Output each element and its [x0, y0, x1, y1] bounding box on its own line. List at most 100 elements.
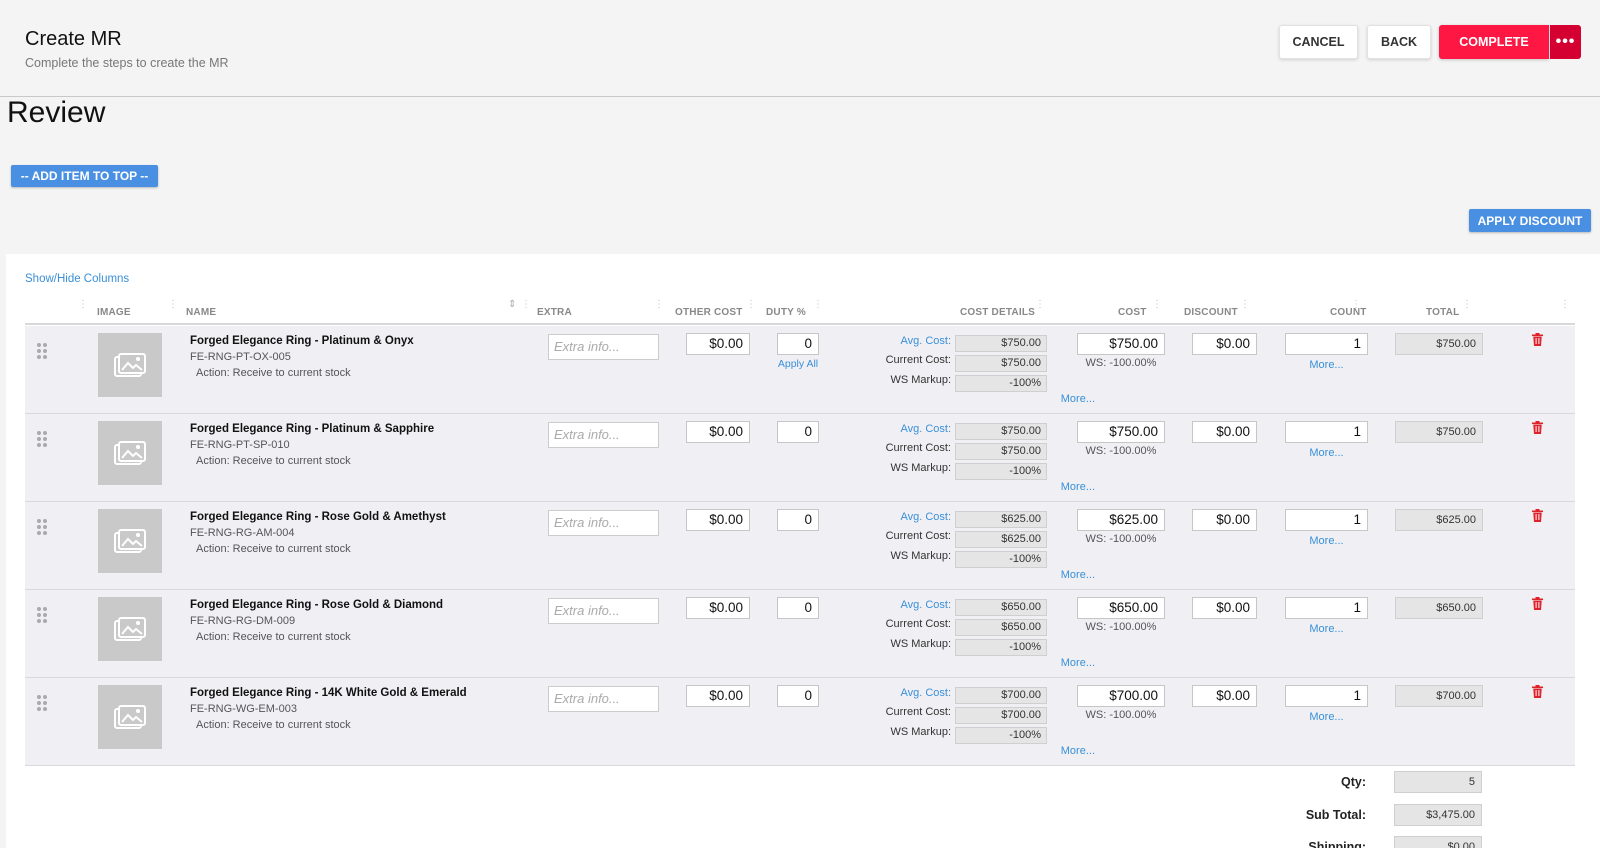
add-item-to-top-button[interactable]: -- ADD ITEM TO TOP --: [11, 165, 158, 187]
more-options-button[interactable]: •••: [1550, 25, 1581, 59]
ws-markup-value: -100%: [955, 727, 1047, 744]
duty-input[interactable]: 0: [777, 421, 819, 443]
row-total: $750.00: [1395, 333, 1483, 355]
cost-details-more-link[interactable]: More...: [1035, 657, 1095, 669]
avg-cost-link[interactable]: Avg. Cost:: [831, 511, 951, 523]
other-cost-input[interactable]: $0.00: [686, 597, 750, 619]
show-hide-columns-link[interactable]: Show/Hide Columns: [25, 273, 129, 285]
column-resize-handle[interactable]: ⋮: [1462, 300, 1472, 318]
drag-handle-icon[interactable]: [37, 519, 47, 535]
avg-cost-link[interactable]: Avg. Cost:: [831, 599, 951, 611]
cost-details-more-link[interactable]: More...: [1035, 481, 1095, 493]
count-input[interactable]: 1: [1285, 509, 1368, 531]
other-cost-input[interactable]: $0.00: [686, 509, 750, 531]
apply-all-link[interactable]: Apply All: [777, 358, 819, 370]
avg-cost-link[interactable]: Avg. Cost:: [831, 423, 951, 435]
column-resize-handle[interactable]: ⋮: [813, 300, 823, 318]
trash-icon[interactable]: [1532, 333, 1543, 346]
column-resize-handle[interactable]: ⋮: [521, 300, 531, 318]
count-input[interactable]: 1: [1285, 597, 1368, 619]
avg-cost-value: $750.00: [955, 335, 1047, 352]
count-more-link[interactable]: More...: [1285, 447, 1368, 459]
item-name: Forged Elegance Ring - Rose Gold & Ameth…: [190, 511, 446, 523]
count-more-link[interactable]: More...: [1285, 623, 1368, 635]
avg-cost-link[interactable]: Avg. Cost:: [831, 335, 951, 347]
discount-input[interactable]: $0.00: [1192, 597, 1257, 619]
other-cost-input[interactable]: $0.00: [686, 685, 750, 707]
duty-input[interactable]: 0: [777, 597, 819, 619]
cost-details-more-link[interactable]: More...: [1035, 745, 1095, 757]
column-resize-handle[interactable]: ⋮: [654, 300, 664, 318]
column-resize-handle[interactable]: ⋮: [746, 300, 756, 318]
drag-handle-icon[interactable]: [37, 431, 47, 447]
trash-icon[interactable]: [1532, 597, 1543, 610]
count-input[interactable]: 1: [1285, 685, 1368, 707]
duty-input[interactable]: 0: [777, 333, 819, 355]
ws-markup-value: -100%: [955, 375, 1047, 392]
ws-percentage: WS: -100.00%: [1085, 533, 1157, 545]
drag-handle-icon[interactable]: [37, 343, 47, 359]
item-name: Forged Elegance Ring - Rose Gold & Diamo…: [190, 599, 444, 611]
column-resize-handle[interactable]: ⋮: [168, 300, 178, 318]
extra-info-field[interactable]: Extra info...: [548, 422, 659, 448]
column-header-total: TOTAL: [1426, 307, 1460, 318]
trash-icon[interactable]: [1532, 509, 1543, 522]
cancel-button[interactable]: CANCEL: [1279, 25, 1358, 59]
column-resize-handle[interactable]: ⋮: [1560, 300, 1570, 318]
avg-cost-link[interactable]: Avg. Cost:: [831, 687, 951, 699]
item-action: Action: Receive to current stock: [196, 631, 351, 643]
column-header-name[interactable]: NAME: [186, 307, 216, 318]
discount-input[interactable]: $0.00: [1192, 509, 1257, 531]
count-input[interactable]: 1: [1285, 333, 1368, 355]
duty-input[interactable]: 0: [777, 509, 819, 531]
back-button[interactable]: BACK: [1367, 25, 1431, 59]
shipping-value[interactable]: $0.00: [1394, 836, 1482, 848]
column-resize-handle[interactable]: ⋮: [1240, 300, 1250, 318]
row-total: $625.00: [1395, 509, 1483, 531]
discount-input[interactable]: $0.00: [1192, 421, 1257, 443]
trash-icon[interactable]: [1532, 685, 1543, 698]
current-cost-value: $650.00: [955, 619, 1047, 636]
table-row: Forged Elegance Ring - 14K White Gold & …: [25, 678, 1575, 766]
count-more-link[interactable]: More...: [1285, 535, 1368, 547]
column-resize-handle[interactable]: ⋮: [1351, 300, 1361, 318]
other-cost-input[interactable]: $0.00: [686, 421, 750, 443]
trash-icon[interactable]: [1532, 421, 1543, 434]
cost-input[interactable]: $700.00: [1077, 685, 1165, 707]
cost-input[interactable]: $625.00: [1077, 509, 1165, 531]
duty-input[interactable]: 0: [777, 685, 819, 707]
item-action: Action: Receive to current stock: [196, 719, 351, 731]
discount-input[interactable]: $0.00: [1192, 685, 1257, 707]
column-resize-handle[interactable]: ⋮: [78, 300, 88, 318]
column-resize-handle[interactable]: ⋮: [1035, 300, 1045, 318]
drag-handle-icon[interactable]: [37, 607, 47, 623]
cost-details-more-link[interactable]: More...: [1035, 569, 1095, 581]
drag-handle-icon[interactable]: [37, 695, 47, 711]
table-row: Forged Elegance Ring - Platinum & Onyx F…: [25, 326, 1575, 414]
count-more-link[interactable]: More...: [1285, 711, 1368, 723]
count-input[interactable]: 1: [1285, 421, 1368, 443]
complete-button[interactable]: COMPLETE: [1439, 25, 1549, 59]
count-more-link[interactable]: More...: [1285, 359, 1368, 371]
ws-markup-label: WS Markup:: [890, 462, 951, 474]
current-cost-value: $750.00: [955, 355, 1047, 372]
cost-input[interactable]: $750.00: [1077, 421, 1165, 443]
apply-discount-button[interactable]: APPLY DISCOUNT: [1469, 209, 1591, 232]
cost-input[interactable]: $650.00: [1077, 597, 1165, 619]
image-placeholder-icon: [98, 509, 162, 573]
sort-icon[interactable]: ⇕: [508, 300, 516, 318]
current-cost-label: Current Cost:: [885, 618, 951, 630]
cost-input[interactable]: $750.00: [1077, 333, 1165, 355]
cost-details-more-link[interactable]: More...: [1035, 393, 1095, 405]
extra-info-field[interactable]: Extra info...: [548, 686, 659, 712]
column-resize-handle[interactable]: ⋮: [1152, 300, 1162, 318]
extra-info-field[interactable]: Extra info...: [548, 334, 659, 360]
current-cost-label: Current Cost:: [885, 442, 951, 454]
image-placeholder-icon: [98, 421, 162, 485]
other-cost-input[interactable]: $0.00: [686, 333, 750, 355]
discount-input[interactable]: $0.00: [1192, 333, 1257, 355]
extra-info-field[interactable]: Extra info...: [548, 510, 659, 536]
avg-cost-value: $650.00: [955, 599, 1047, 616]
extra-info-field[interactable]: Extra info...: [548, 598, 659, 624]
table-row: Forged Elegance Ring - Platinum & Sapphi…: [25, 414, 1575, 502]
